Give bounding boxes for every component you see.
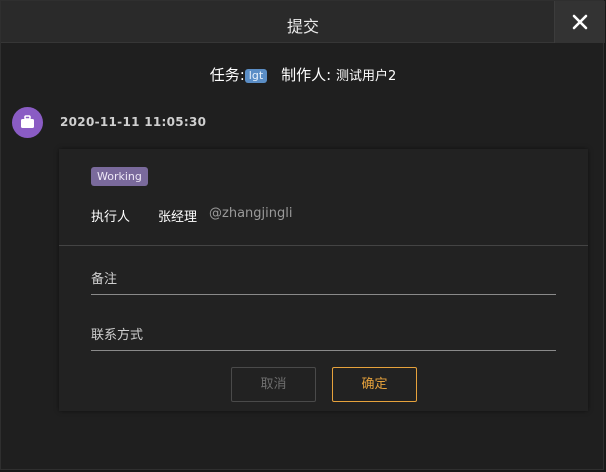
entry-timestamp: 2020-11-11 11:05:30 bbox=[60, 115, 207, 129]
avatar bbox=[12, 107, 43, 138]
maker-label: 制作人: bbox=[281, 66, 332, 84]
contact-input[interactable] bbox=[91, 321, 556, 349]
executor-label: 执行人 bbox=[91, 210, 131, 225]
briefcase-icon bbox=[21, 115, 34, 128]
cancel-button[interactable]: 取消 bbox=[231, 367, 316, 402]
submit-dialog: 提交 任务: lgt 制作人: 测试用户2 2020-11-11 11:05:30 … bbox=[0, 0, 605, 470]
task-tag: lgt bbox=[244, 69, 268, 83]
task-info-row: 任务: lgt 制作人: 测试用户2 bbox=[1, 64, 605, 85]
confirm-button[interactable]: 确定 bbox=[332, 367, 417, 402]
close-icon bbox=[572, 14, 588, 30]
contact-field bbox=[91, 321, 556, 351]
executor-name: 张经理 bbox=[158, 210, 198, 225]
close-button[interactable] bbox=[554, 1, 605, 43]
dialog-header: 提交 bbox=[1, 1, 605, 43]
maker-name: 测试用户2 bbox=[335, 69, 397, 84]
status-badge: Working bbox=[91, 167, 148, 186]
executor-handle: @zhangjingli bbox=[209, 206, 293, 221]
remark-input[interactable] bbox=[91, 265, 556, 293]
task-label: 任务: bbox=[209, 66, 245, 84]
remark-field bbox=[91, 265, 556, 295]
dialog-title: 提交 bbox=[286, 17, 319, 36]
submission-card: Working 执行人 张经理 @zhangjingli 取消 确定 bbox=[59, 149, 588, 411]
card-divider bbox=[59, 245, 588, 246]
